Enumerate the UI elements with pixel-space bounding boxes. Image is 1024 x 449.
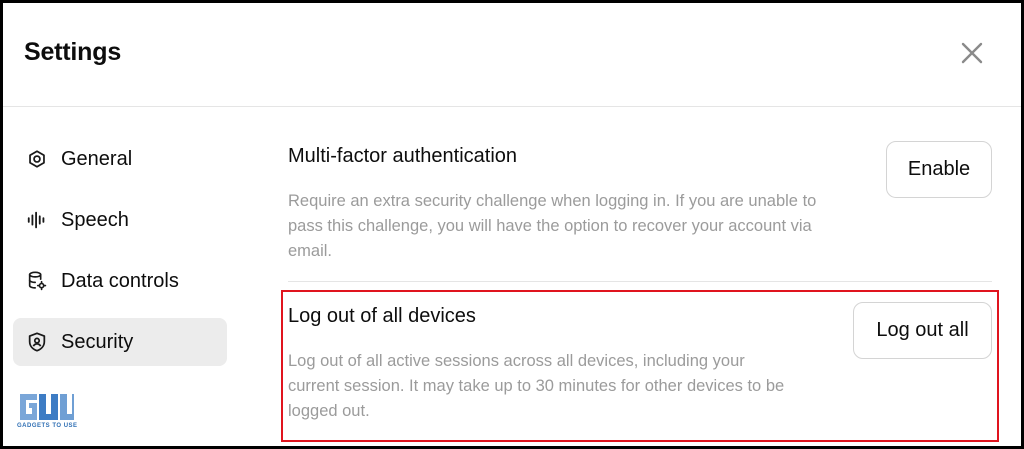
sidebar-item-label: General	[61, 147, 133, 170]
dialog-header: Settings	[3, 3, 1021, 107]
mfa-description: Require an extra security challenge when…	[288, 192, 817, 260]
log-out-all-button[interactable]: Log out all	[853, 302, 992, 359]
shield-icon	[25, 330, 49, 354]
close-button[interactable]	[956, 37, 988, 69]
gear-icon	[25, 147, 49, 171]
sidebar-item-general[interactable]: General	[13, 135, 227, 183]
dialog-title: Settings	[24, 38, 122, 66]
sidebar-item-label: Data controls	[61, 269, 179, 292]
watermark-text: GADGETS TO USE	[17, 423, 78, 429]
sidebar-item-security[interactable]: Security	[13, 318, 227, 366]
waveform-icon	[25, 208, 49, 232]
settings-dialog: Settings General Speech Data controls Se…	[0, 0, 1024, 449]
enable-mfa-button[interactable]: Enable	[886, 141, 992, 198]
database-gear-icon	[25, 269, 49, 293]
sidebar-item-label: Security	[61, 330, 134, 353]
settings-sidebar: General Speech Data controls Security	[13, 135, 227, 379]
close-icon	[961, 42, 983, 64]
logout-all-description: Log out of all active sessions across al…	[288, 352, 785, 420]
section-divider	[288, 281, 992, 282]
sidebar-item-label: Speech	[61, 208, 129, 231]
sidebar-item-speech[interactable]: Speech	[13, 196, 227, 244]
sidebar-item-data-controls[interactable]: Data controls	[13, 257, 227, 305]
